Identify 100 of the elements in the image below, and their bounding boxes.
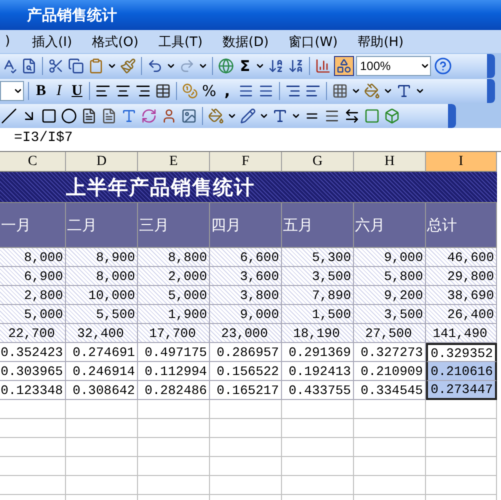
percent-button[interactable]: % xyxy=(201,81,218,101)
table-cell: 0.308642 xyxy=(66,381,138,400)
table-cell: 3,800 xyxy=(210,286,282,305)
three-d-icon[interactable] xyxy=(383,106,401,126)
table-cell: 29,800 xyxy=(426,267,497,286)
fill-color-icon[interactable] xyxy=(363,81,382,101)
column-header[interactable]: F xyxy=(210,152,282,172)
column-header[interactable]: G xyxy=(282,152,354,172)
table-cell xyxy=(210,476,282,495)
table-cell: 2,000 xyxy=(138,267,210,286)
menu-item[interactable]: 数据(D) xyxy=(218,30,274,52)
table-cell xyxy=(138,419,210,438)
table-cell xyxy=(426,476,497,495)
comma-button[interactable]: , xyxy=(219,81,236,101)
header-cell: 总计 xyxy=(426,203,497,248)
header-cell: 二月 xyxy=(66,203,138,248)
table-cell xyxy=(210,419,282,438)
table-cell: 0.329352 xyxy=(426,343,497,362)
toolbar-handle[interactable] xyxy=(487,79,495,103)
help-icon[interactable] xyxy=(433,56,453,76)
table-cell: 46,600 xyxy=(426,248,497,267)
table-cell: 26,400 xyxy=(426,305,497,324)
table-cell: 8,800 xyxy=(138,248,210,267)
line-icon[interactable] xyxy=(0,106,18,126)
table-cell: 0.303965 xyxy=(0,362,66,381)
globe-icon[interactable] xyxy=(217,56,235,76)
table-cell xyxy=(66,400,138,419)
table-cell: 23,000 xyxy=(210,324,282,343)
table-cell: 1,900 xyxy=(138,305,210,324)
underline-button[interactable]: U xyxy=(69,81,85,101)
table-cell xyxy=(138,400,210,419)
table-cell xyxy=(138,476,210,495)
menu-item[interactable]: 工具(T) xyxy=(153,30,208,52)
italic-button[interactable]: I xyxy=(51,81,67,101)
table-cell: 0.165217 xyxy=(210,381,282,400)
menu-item[interactable]: ) xyxy=(0,32,16,51)
table-cell: 3,600 xyxy=(210,267,282,286)
table-cell: 0.433755 xyxy=(282,381,354,400)
table-cell: 0.123348 xyxy=(0,381,66,400)
table-cell: 7,890 xyxy=(282,286,354,305)
table-cell xyxy=(354,419,426,438)
header-cell: 六月 xyxy=(354,203,426,248)
drawing-button[interactable] xyxy=(334,56,354,76)
column-header[interactable]: D xyxy=(66,152,138,172)
paintbrush-icon[interactable] xyxy=(119,56,137,76)
line-color-icon[interactable] xyxy=(239,106,257,126)
table-cell xyxy=(282,457,354,476)
table-cell: 18,190 xyxy=(282,324,354,343)
table-cell: 0.334545 xyxy=(354,381,426,400)
column-header[interactable]: I xyxy=(426,152,497,172)
table-cell: 0.282486 xyxy=(138,381,210,400)
print-preview-icon[interactable] xyxy=(20,56,38,76)
menu-item[interactable]: 窗口(W) xyxy=(284,30,343,52)
text-box-icon[interactable] xyxy=(80,106,98,126)
table-cell: 0.156522 xyxy=(210,362,282,381)
table-cell: 0.210616 xyxy=(426,362,497,381)
table-cell xyxy=(282,438,354,457)
table-cell: 6,600 xyxy=(210,248,282,267)
table-cell xyxy=(0,476,66,495)
bold-button[interactable]: B xyxy=(33,81,49,101)
formula-text: =I3/I$7 xyxy=(14,130,73,146)
menu-item[interactable]: 格式(O) xyxy=(87,30,144,52)
copy-icon[interactable] xyxy=(67,56,85,76)
table-cell xyxy=(426,419,497,438)
window-title: 产品销售统计 xyxy=(27,6,117,24)
oval-icon[interactable] xyxy=(60,106,78,126)
table-cell xyxy=(426,400,497,419)
paste-icon[interactable] xyxy=(87,56,105,76)
table-cell xyxy=(354,476,426,495)
fill-color-icon[interactable] xyxy=(207,106,225,126)
column-header[interactable]: E xyxy=(138,152,210,172)
table-cell xyxy=(354,400,426,419)
table-cell: 3,500 xyxy=(354,305,426,324)
table-cell xyxy=(66,457,138,476)
toolbar-handle[interactable] xyxy=(487,54,495,78)
table-cell xyxy=(0,400,66,419)
table-cell: 0.246914 xyxy=(66,362,138,381)
table-cell xyxy=(282,419,354,438)
toolbar-handle[interactable] xyxy=(448,104,456,128)
header-cell: 三月 xyxy=(138,203,210,248)
table-cell xyxy=(66,419,138,438)
sum-button[interactable]: Σ xyxy=(237,56,253,76)
menu-item[interactable]: 帮助(H) xyxy=(352,30,409,52)
table-cell xyxy=(0,419,66,438)
table-cell xyxy=(66,438,138,457)
column-header[interactable]: H xyxy=(354,152,426,172)
table-cell: 38,690 xyxy=(426,286,497,305)
column-header[interactable]: C xyxy=(0,152,66,172)
currency-icon[interactable] xyxy=(181,81,199,101)
table-cell: 0.352423 xyxy=(0,343,66,362)
table-cell xyxy=(210,400,282,419)
table-cell: 6,900 xyxy=(0,267,66,286)
table-cell: 141,490 xyxy=(426,324,497,343)
font-size-field[interactable] xyxy=(0,81,24,101)
table-cell: 0.274691 xyxy=(66,343,138,362)
menu-item[interactable]: 插入(I) xyxy=(27,30,78,52)
formula-bar[interactable]: =I3/I$7 xyxy=(0,128,501,152)
sheet-title: 上半年产品销售统计 xyxy=(66,174,255,200)
table-cell: 9,000 xyxy=(354,248,426,267)
zoom-field[interactable]: 100% xyxy=(356,56,431,76)
